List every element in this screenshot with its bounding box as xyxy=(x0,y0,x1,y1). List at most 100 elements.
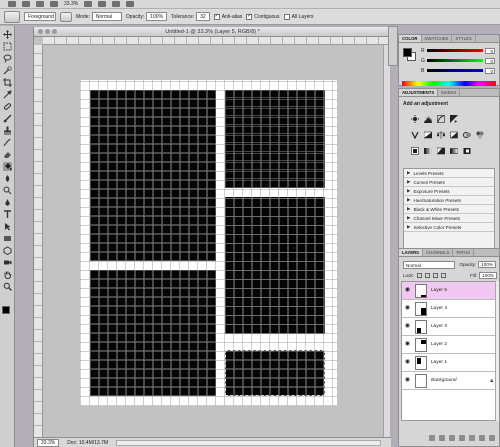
pen-tool-icon[interactable] xyxy=(3,198,12,207)
lasso-tool-icon[interactable] xyxy=(3,54,12,63)
preset-selective-color[interactable]: ▶ Selective Color Presets xyxy=(404,223,494,232)
hue-saturation-icon[interactable] xyxy=(424,131,432,139)
link-layers-icon[interactable] xyxy=(429,435,435,441)
minimize-window-icon[interactable] xyxy=(45,29,50,34)
selective-color-icon[interactable] xyxy=(463,147,471,155)
add-mask-icon[interactable] xyxy=(449,435,455,441)
zoom-icon[interactable] xyxy=(50,1,58,7)
comic-panel-bottom-left[interactable] xyxy=(90,270,216,396)
layer-style-icon[interactable] xyxy=(439,435,445,441)
3d-rotate-tool-icon[interactable] xyxy=(3,246,12,255)
layer-name[interactable]: Background xyxy=(431,378,486,383)
color-spectrum-bar[interactable] xyxy=(402,81,496,86)
lock-position-icon[interactable] xyxy=(432,273,438,278)
clone-stamp-tool-icon[interactable] xyxy=(3,126,12,135)
black-white-icon[interactable] xyxy=(450,131,458,139)
status-zoom-field[interactable]: 33.3% xyxy=(37,438,60,447)
foreground-color-swatch[interactable] xyxy=(2,306,10,314)
expand-arrow-icon[interactable]: ▶ xyxy=(407,197,410,203)
fill-source-select[interactable]: Foreground xyxy=(24,12,56,21)
healing-brush-tool-icon[interactable] xyxy=(3,102,12,111)
blue-channel-value[interactable]: 0 xyxy=(485,67,495,74)
lock-pixels-icon[interactable] xyxy=(424,273,430,278)
visibility-eye-icon[interactable]: ◉ xyxy=(404,287,411,294)
comic-panel-top-left[interactable] xyxy=(90,90,216,261)
pattern-picker-icon[interactable] xyxy=(60,11,72,22)
mode-select[interactable]: Normal xyxy=(91,12,122,21)
contiguous-checkbox[interactable] xyxy=(246,13,253,20)
hand-icon[interactable] xyxy=(84,1,93,7)
view-extras-icon[interactable] xyxy=(36,1,44,7)
preset-levels[interactable]: ▶ Levels Presets xyxy=(404,169,494,178)
horizontal-scrollbar[interactable] xyxy=(116,439,381,446)
exposure-icon[interactable] xyxy=(450,115,458,123)
fill-input[interactable]: 100% xyxy=(479,272,497,279)
blur-tool-icon[interactable] xyxy=(3,174,12,183)
layer-thumbnail[interactable] xyxy=(415,301,427,316)
expand-arrow-icon[interactable]: ▶ xyxy=(407,188,410,194)
red-channel-slider[interactable] xyxy=(427,49,483,52)
history-brush-tool-icon[interactable] xyxy=(3,138,12,147)
screen-mode-icon[interactable] xyxy=(126,1,135,7)
preset-hue-saturation[interactable]: ▶ Hue/Saturation Presets xyxy=(404,196,494,205)
collapsed-panel-strip[interactable] xyxy=(388,26,398,66)
vertical-scrollbar[interactable] xyxy=(383,45,390,437)
levels-icon[interactable] xyxy=(424,115,432,123)
curves-icon[interactable] xyxy=(437,115,445,123)
invert-icon[interactable] xyxy=(411,147,419,155)
zoom-window-icon[interactable] xyxy=(52,29,57,34)
vertical-ruler[interactable] xyxy=(34,45,43,437)
layer-row-layer-1[interactable]: ◉ Layer 1 xyxy=(402,354,496,372)
crop-tool-icon[interactable] xyxy=(3,78,12,87)
bridge-icon[interactable] xyxy=(22,1,30,7)
hand-tool-icon[interactable] xyxy=(3,270,12,279)
paint-bucket-tool-preset-icon[interactable] xyxy=(4,10,20,23)
layer-row-layer-4[interactable]: ◉ Layer 4 xyxy=(402,300,496,318)
tab-channels[interactable]: CHANNELS xyxy=(423,249,454,256)
layer-name[interactable]: Layer 3 xyxy=(431,324,496,329)
green-channel-slider[interactable] xyxy=(427,59,483,62)
new-group-icon[interactable] xyxy=(469,435,475,441)
gradient-map-icon[interactable] xyxy=(450,147,458,155)
brush-tool-icon[interactable] xyxy=(3,114,12,123)
visibility-eye-icon[interactable]: ◉ xyxy=(404,305,411,312)
brightness-contrast-icon[interactable] xyxy=(411,115,419,123)
tab-masks[interactable]: MASKS xyxy=(438,89,461,96)
layers-scrollbar[interactable] xyxy=(495,281,499,421)
preset-channel-mixer[interactable]: ▶ Channel Mixer Presets xyxy=(404,214,494,223)
3d-camera-tool-icon[interactable] xyxy=(3,258,12,267)
horizontal-ruler[interactable] xyxy=(43,37,391,45)
tab-paths[interactable]: PATHS xyxy=(453,249,475,256)
paint-bucket-tool-icon[interactable] xyxy=(3,162,12,171)
layer-row-layer-5[interactable]: ◉ Layer 5 xyxy=(402,282,496,300)
comic-panel-top-right[interactable] xyxy=(225,90,325,188)
path-selection-tool-icon[interactable] xyxy=(3,222,12,231)
layer-row-layer-2[interactable]: ◉ Layer 2 xyxy=(402,336,496,354)
move-tool-icon[interactable] xyxy=(3,30,12,39)
expand-arrow-icon[interactable]: ▶ xyxy=(407,224,410,230)
layer-name[interactable]: Layer 4 xyxy=(431,306,496,311)
tolerance-input[interactable]: 32 xyxy=(196,12,210,21)
layer-row-layer-3[interactable]: ◉ Layer 3 xyxy=(402,318,496,336)
lock-transparency-icon[interactable] xyxy=(416,273,422,278)
visibility-eye-icon[interactable]: ◉ xyxy=(404,359,411,366)
quick-selection-tool-icon[interactable] xyxy=(3,66,12,75)
layer-name[interactable]: Layer 1 xyxy=(431,360,496,365)
layer-blend-mode-select[interactable]: Normal xyxy=(403,261,455,269)
comic-panel-bottom-right[interactable] xyxy=(225,350,325,396)
tab-adjustments[interactable]: ADJUSTMENTS xyxy=(399,89,439,96)
close-window-icon[interactable] xyxy=(38,29,43,34)
eyedropper-tool-icon[interactable] xyxy=(3,90,12,99)
document-canvas[interactable] xyxy=(80,80,337,406)
red-channel-value[interactable]: 0 xyxy=(485,47,495,54)
visibility-eye-icon[interactable]: ◉ xyxy=(404,323,411,330)
photo-filter-icon[interactable] xyxy=(463,131,471,139)
expand-arrow-icon[interactable]: ▶ xyxy=(407,206,410,212)
visibility-eye-icon[interactable]: ◉ xyxy=(404,377,411,384)
rotate-view-icon[interactable] xyxy=(98,1,107,7)
vibrance-icon[interactable] xyxy=(411,131,419,139)
layer-opacity-input[interactable]: 100% xyxy=(478,261,496,268)
lock-all-icon[interactable] xyxy=(440,273,446,278)
antialias-checkbox[interactable] xyxy=(213,13,220,20)
layer-row-background[interactable]: ◉ Background 🔒︎ xyxy=(402,372,496,390)
